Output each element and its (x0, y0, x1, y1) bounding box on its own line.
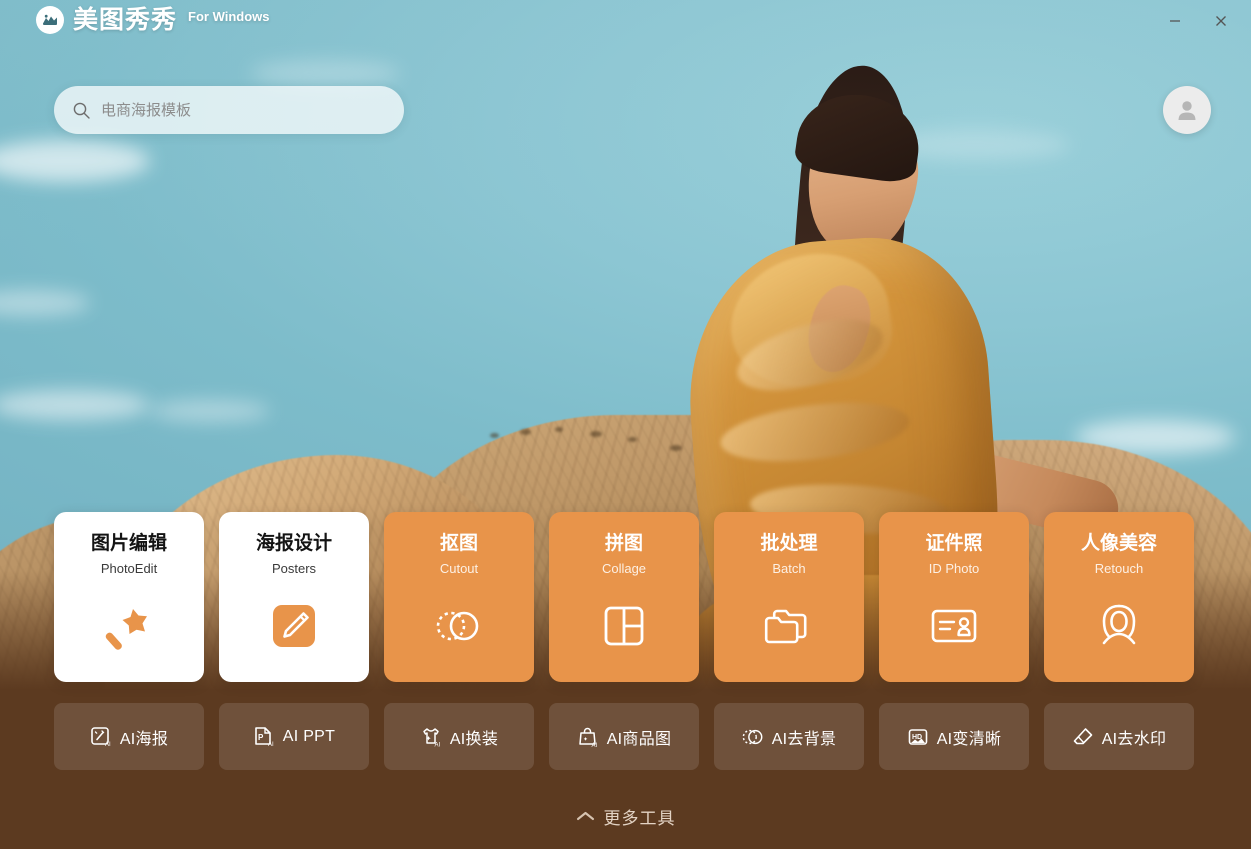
magic-wand-icon (101, 598, 157, 654)
cloud (250, 60, 400, 86)
card-collage[interactable]: 拼图 Collage (549, 512, 699, 682)
ai-tool-enhance[interactable]: HD AI变清晰 (879, 703, 1029, 770)
close-button[interactable] (1205, 8, 1237, 34)
folders-icon (761, 598, 817, 654)
ai-hd-icon: HD (907, 726, 929, 748)
svg-text:P: P (258, 733, 264, 742)
ai-tool-remove-background[interactable]: AI去背景 (714, 703, 864, 770)
ai-tool-label: AI去背景 (771, 730, 837, 748)
card-title: 批处理 (760, 533, 818, 554)
user-avatar-icon (1172, 95, 1202, 125)
ai-tool-label: AI换装 (449, 730, 499, 748)
brand-logo: 美图秀秀 For Windows (36, 6, 270, 34)
card-title: 海报设计 (255, 533, 332, 554)
cloud (150, 400, 270, 422)
ai-removebg-icon (742, 726, 764, 748)
ai-tool-label: AI商品图 (606, 730, 672, 748)
id-card-icon (926, 598, 982, 654)
card-subtitle: Posters (271, 561, 317, 576)
search-input[interactable] (101, 101, 386, 119)
card-photo-edit[interactable]: 图片编辑 PhotoEdit (54, 512, 204, 682)
card-subtitle: Retouch (1094, 561, 1144, 576)
title-bar: 美图秀秀 For Windows (0, 0, 1251, 40)
search-bar[interactable] (54, 86, 404, 134)
chevron-up-icon (576, 810, 595, 823)
card-subtitle: Collage (601, 561, 647, 576)
meitu-logo-icon (36, 6, 64, 34)
main-card-row: 图片编辑 PhotoEdit 海报设计 Posters 抠图 Cutout 拼图… (54, 512, 1194, 682)
card-id-photo[interactable]: 证件照 ID Photo (879, 512, 1029, 682)
card-subtitle: Batch (772, 561, 806, 576)
card-cutout[interactable]: 抠图 Cutout (384, 512, 534, 682)
app-window: 美图秀秀 For Windows 电商海报模板 图片编辑 PhotoEdit 海… (0, 0, 1251, 849)
ai-product-icon: AI (577, 726, 599, 748)
card-posters[interactable]: 海报设计 Posters (219, 512, 369, 682)
card-subtitle: Cutout (439, 561, 479, 576)
card-title: 证件照 (925, 533, 983, 554)
portrait-face-icon (1091, 598, 1147, 654)
ai-poster-icon: AI (90, 726, 112, 748)
svg-text:AI: AI (268, 742, 274, 748)
card-batch[interactable]: 批处理 Batch (714, 512, 864, 682)
ai-ppt-icon: P AI (253, 726, 275, 748)
card-title: 图片编辑 (90, 533, 167, 554)
card-subtitle: ID Photo (928, 561, 980, 576)
minimize-button[interactable] (1159, 8, 1191, 34)
ai-outfit-icon: AI (420, 726, 442, 748)
card-title: 拼图 (604, 533, 643, 554)
avatar[interactable] (1163, 86, 1211, 134)
brand-suffix: For Windows (188, 9, 270, 24)
card-subtitle: PhotoEdit (100, 561, 158, 576)
more-tools-label: 更多工具 (603, 809, 676, 828)
ai-tool-label: AI PPT (282, 727, 336, 745)
ai-tool-product[interactable]: AI AI商品图 (549, 703, 699, 770)
ai-tool-label: AI海报 (119, 730, 169, 748)
ai-tool-ppt[interactable]: P AI AI PPT (219, 703, 369, 770)
collage-grid-icon (596, 598, 652, 654)
ai-tool-label: AI去水印 (1101, 730, 1167, 748)
more-tools-button[interactable]: 更多工具 (0, 804, 1251, 829)
ai-eraser-icon (1072, 726, 1094, 748)
svg-text:AI: AI (591, 743, 597, 748)
brand-name: 美图秀秀 (73, 5, 178, 34)
ai-tool-outfit[interactable]: AI AI换装 (384, 703, 534, 770)
card-retouch[interactable]: 人像美容 Retouch (1044, 512, 1194, 682)
card-title: 抠图 (439, 533, 478, 554)
ai-tool-remove-watermark[interactable]: AI去水印 (1044, 703, 1194, 770)
pencil-square-icon (266, 598, 322, 654)
card-title: 人像美容 (1080, 533, 1157, 554)
svg-text:AI: AI (105, 742, 111, 748)
ai-tool-label: AI变清晰 (936, 730, 1002, 748)
search-icon (72, 101, 91, 120)
window-controls (1159, 8, 1237, 34)
cutout-circle-icon (431, 598, 487, 654)
svg-text:AI: AI (434, 742, 440, 748)
ai-tool-row: AI AI海报 P AI AI PPT AI AI换装 AI AI商品图 AI去… (54, 703, 1194, 770)
ai-tool-poster[interactable]: AI AI海报 (54, 703, 204, 770)
